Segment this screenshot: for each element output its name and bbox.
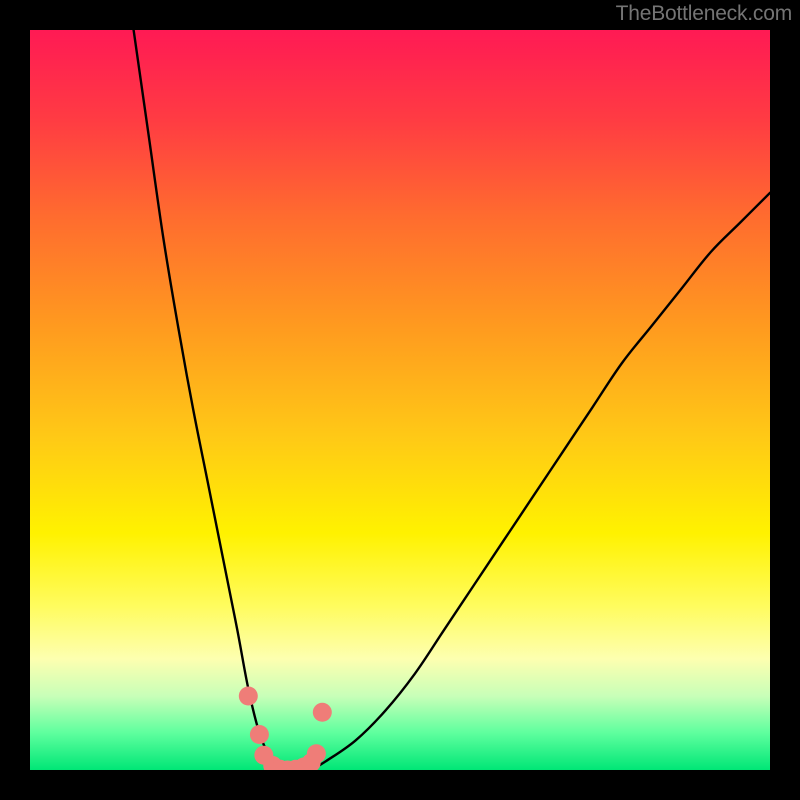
plot-area [30, 30, 770, 770]
curve-marker [250, 725, 269, 744]
bottleneck-curve [30, 30, 770, 770]
curve-marker [313, 703, 332, 722]
watermark-text: TheBottleneck.com [616, 2, 792, 26]
curve-marker [239, 687, 258, 706]
curve-right-path [311, 193, 770, 770]
chart-frame: TheBottleneck.com [0, 0, 800, 800]
curve-left-path [134, 30, 278, 770]
curve-marker [307, 744, 326, 763]
curve-markers [239, 687, 332, 771]
